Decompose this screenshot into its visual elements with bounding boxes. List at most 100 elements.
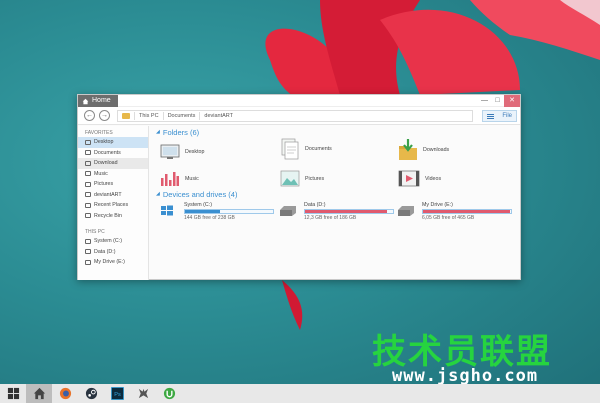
drive-icon bbox=[85, 259, 91, 265]
folder-pictures[interactable]: Pictures bbox=[280, 170, 324, 187]
sidebar-item-label: My Drive (E:) bbox=[94, 259, 125, 266]
drive-free-text: 12,3 GB free of 186 GB bbox=[304, 215, 357, 221]
sidebar-item-system-c[interactable]: System (C:) bbox=[78, 236, 148, 247]
folder-documents[interactable]: Documents bbox=[280, 138, 332, 160]
sidebar-item-label: Pictures bbox=[94, 181, 114, 188]
folder-label: Desktop bbox=[185, 148, 205, 155]
sidebar-item-my-drive-e[interactable]: My Drive (E:) bbox=[78, 257, 148, 268]
file-explorer-window: Home — □ ✕ ← → This PC Documents deviant… bbox=[77, 94, 521, 280]
sidebar-item-label: deviantART bbox=[94, 191, 122, 198]
hard-drive-icon bbox=[280, 206, 296, 216]
sidebar-item-label: Recycle Bin bbox=[94, 212, 122, 219]
content-pane: ◢ Folders (6) Desktop Documents Download… bbox=[156, 126, 520, 279]
folder-videos[interactable]: Videos bbox=[398, 170, 441, 187]
folder-icon bbox=[85, 192, 91, 198]
folders-section-heading[interactable]: ◢ Folders (6) bbox=[156, 126, 520, 138]
file-menu-button[interactable]: File bbox=[482, 110, 517, 122]
breadcrumb-this-pc[interactable]: This PC bbox=[139, 113, 159, 119]
drive-my-drive-e[interactable]: My Drive (E:) 6,05 GB free of 465 GB bbox=[396, 202, 512, 222]
breadcrumb-documents[interactable]: Documents bbox=[168, 113, 196, 119]
breadcrumb-deviantart[interactable]: deviantART bbox=[204, 113, 233, 119]
watermark: 技术员联盟 www.jsgho.com bbox=[372, 334, 572, 386]
drive-usage-fill bbox=[423, 210, 511, 213]
sidebar-item-desktop[interactable]: Desktop bbox=[78, 137, 148, 148]
folder-music[interactable]: Music bbox=[160, 170, 199, 187]
drives-section-heading[interactable]: ◢ Devices and drives (4) bbox=[156, 188, 237, 200]
folder-icon bbox=[85, 139, 91, 145]
title-bar: Home — □ ✕ bbox=[78, 95, 520, 107]
folder-label: Documents bbox=[305, 146, 332, 152]
separator bbox=[134, 112, 135, 120]
music-icon bbox=[161, 172, 179, 186]
sidebar-item-music[interactable]: Music bbox=[78, 169, 148, 180]
folder-desktop[interactable]: Desktop bbox=[160, 143, 204, 160]
folder-downloads[interactable]: Downloads bbox=[398, 139, 449, 161]
separator bbox=[162, 112, 164, 120]
windows-start-icon bbox=[7, 387, 19, 400]
videos-icon bbox=[398, 170, 420, 187]
sidebar-item-recent-places[interactable]: Recent Places bbox=[78, 200, 148, 211]
photoshop-icon: Ps bbox=[110, 387, 124, 400]
navigation-pane: FAVORITES Desktop Documents Download Music P… bbox=[78, 126, 149, 280]
drives-heading-label: Devices and drives (4) bbox=[162, 189, 238, 199]
taskbar-deviantart[interactable] bbox=[130, 384, 156, 403]
utorrent-icon bbox=[163, 387, 175, 400]
sidebar-item-label: System (C:) bbox=[94, 238, 122, 245]
folder-icon bbox=[85, 150, 91, 156]
address-bar[interactable]: This PC Documents deviantART bbox=[117, 110, 473, 122]
sidebar-item-data-d[interactable]: Data (D:) bbox=[78, 247, 148, 258]
sidebar-item-documents[interactable]: Documents bbox=[78, 148, 148, 159]
sidebar-item-label: Documents bbox=[94, 149, 121, 156]
close-button[interactable]: ✕ bbox=[504, 95, 520, 107]
expand-triangle-icon: ◢ bbox=[156, 191, 160, 197]
sidebar-item-deviantart[interactable]: deviantART bbox=[78, 190, 148, 201]
taskbar-explorer[interactable] bbox=[26, 384, 52, 403]
folder-icon bbox=[85, 181, 91, 187]
home-icon bbox=[82, 98, 89, 104]
drive-data-d[interactable]: Data (D:) 12,3 GB free of 186 GB bbox=[278, 202, 394, 222]
taskbar-firefox[interactable] bbox=[52, 384, 78, 403]
file-label: File bbox=[502, 113, 512, 119]
taskbar-steam[interactable] bbox=[78, 384, 104, 403]
this-pc-heading: THIS PC bbox=[85, 229, 105, 235]
folder-label: Downloads bbox=[423, 147, 450, 153]
toolbar: ← → This PC Documents deviantART File bbox=[78, 107, 520, 125]
folder-icon bbox=[85, 213, 91, 219]
folder-icon bbox=[85, 202, 91, 208]
minimize-button[interactable]: — bbox=[478, 95, 491, 107]
windows-drive-icon bbox=[161, 205, 173, 216]
sidebar-item-recycle-bin[interactable]: Recycle Bin bbox=[78, 211, 148, 222]
sidebar-item-label: Download bbox=[94, 160, 118, 167]
drive-icon bbox=[85, 238, 91, 244]
drive-usage-fill bbox=[305, 210, 387, 213]
sidebar-item-download[interactable]: Download bbox=[78, 158, 148, 169]
expand-triangle-icon: ◢ bbox=[156, 129, 160, 135]
watermark-chinese-text: 技术员联盟 bbox=[372, 332, 552, 372]
folder-label: Music bbox=[185, 175, 199, 182]
documents-icon bbox=[281, 138, 299, 160]
sidebar-item-pictures[interactable]: Pictures bbox=[78, 179, 148, 190]
drive-usage-bar bbox=[422, 209, 512, 214]
folder-icon bbox=[85, 171, 91, 177]
menu-icon bbox=[487, 113, 494, 119]
drive-free-text: 6,05 GB free of 465 GB bbox=[422, 215, 475, 221]
downloads-icon bbox=[399, 139, 417, 160]
home-tab[interactable]: Home bbox=[78, 95, 118, 107]
start-button[interactable] bbox=[0, 384, 26, 403]
drive-usage-fill bbox=[185, 210, 221, 213]
deviantart-icon bbox=[138, 388, 148, 399]
favorites-heading: FAVORITES bbox=[85, 130, 113, 136]
hard-drive-icon bbox=[398, 206, 414, 216]
folders-heading-label: Folders (6) bbox=[162, 127, 200, 137]
taskbar-photoshop[interactable]: Ps bbox=[104, 384, 130, 403]
pictures-icon bbox=[280, 170, 300, 187]
taskbar-utorrent[interactable] bbox=[156, 384, 182, 403]
maximize-button[interactable]: □ bbox=[491, 95, 504, 107]
sidebar-item-label: Music bbox=[94, 170, 108, 177]
drive-free-text: 144 GB free of 238 GB bbox=[184, 215, 235, 221]
window-title: Home bbox=[92, 97, 111, 104]
back-button[interactable]: ← bbox=[84, 110, 95, 121]
forward-button[interactable]: → bbox=[99, 110, 110, 121]
drive-system-c[interactable]: System (C:) 144 GB free of 238 GB bbox=[158, 202, 274, 222]
drive-label: Data (D:) bbox=[304, 202, 326, 208]
